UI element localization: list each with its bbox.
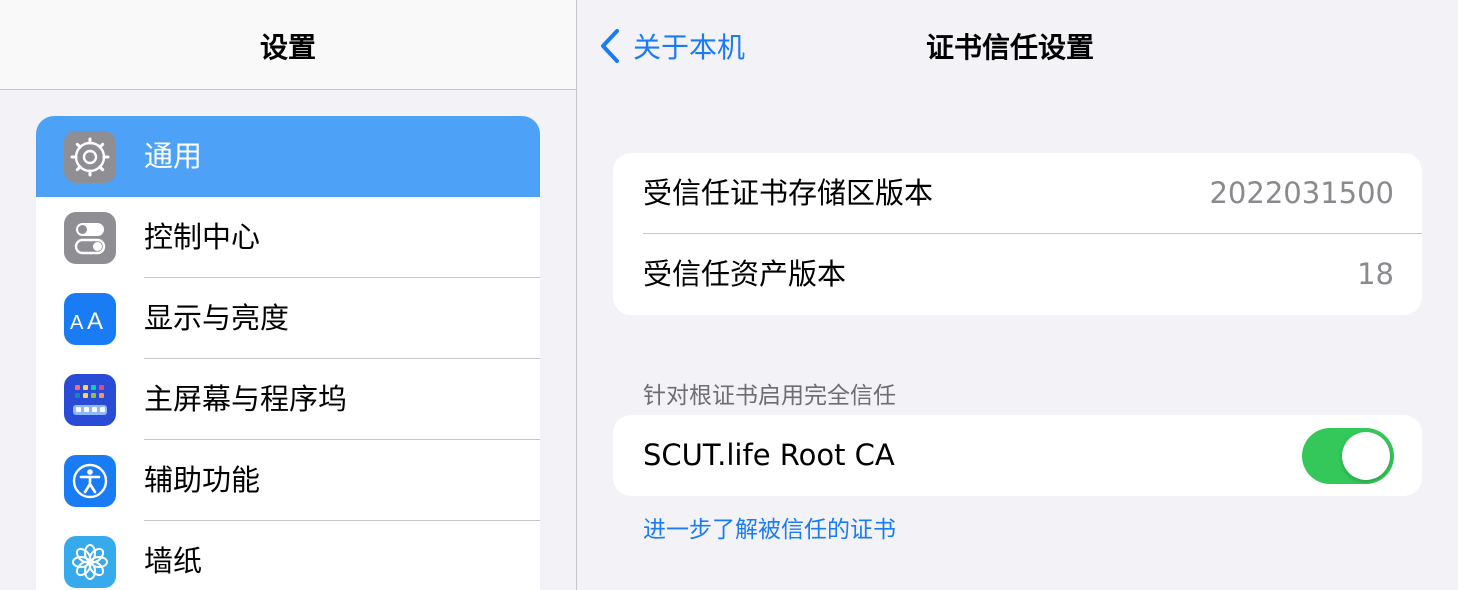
sidebar-title: 设置 xyxy=(259,31,316,64)
row-label: 受信任资产版本 xyxy=(643,257,847,291)
root-cert-trust-toggle[interactable] xyxy=(1302,428,1394,484)
settings-app: 设置 通用 控制中心 A A 显示与亮度 主屏幕与程序坞 辅助功能 墙纸 关于本… xyxy=(0,0,1458,590)
sidebar-item-accessibility[interactable]: 辅助功能 xyxy=(36,440,540,521)
svg-text:A: A xyxy=(70,312,84,334)
root-cert-label: SCUT.life Root CA xyxy=(643,438,895,472)
toggle-knob xyxy=(1342,432,1390,480)
chevron-left-icon xyxy=(601,29,619,63)
sidebar-item-label: 主屏幕与程序坞 xyxy=(144,382,348,416)
accessibility-icon xyxy=(64,455,116,507)
sidebar-item-label: 控制中心 xyxy=(144,220,261,254)
back-button[interactable]: 关于本机 xyxy=(599,24,745,68)
sidebar-item-label: 辅助功能 xyxy=(144,463,261,497)
page-title: 证书信任设置 xyxy=(926,31,1095,64)
learn-more-link[interactable]: 进一步了解被信任的证书 xyxy=(643,510,896,544)
back-label: 关于本机 xyxy=(633,31,746,64)
trust-asset-version-row: 受信任资产版本 18 xyxy=(613,234,1422,315)
version-card: 受信任证书存储区版本 2022031500 受信任资产版本 18 xyxy=(613,153,1422,315)
sidebar-list: 通用 控制中心 A A 显示与亮度 主屏幕与程序坞 辅助功能 墙纸 xyxy=(36,116,540,590)
sidebar-header: 设置 xyxy=(0,0,576,90)
trust-store-version-row: 受信任证书存储区版本 2022031500 xyxy=(613,153,1422,234)
root-cert-card: SCUT.life Root CA xyxy=(613,415,1422,496)
row-value: 18 xyxy=(1357,257,1394,291)
sidebar-item-label: 显示与亮度 xyxy=(144,301,290,335)
sidebar-item-home-screen-dock[interactable]: 主屏幕与程序坞 xyxy=(36,359,540,440)
row-value: 2022031500 xyxy=(1209,176,1394,210)
display-text-size-icon: A A xyxy=(64,293,116,345)
detail-pane: 关于本机 证书信任设置 受信任证书存储区版本 2022031500 受信任资产版… xyxy=(577,0,1458,590)
sidebar-item-label: 墙纸 xyxy=(144,544,203,578)
section-header: 针对根证书启用完全信任 xyxy=(643,383,896,409)
sidebar-item-wallpaper[interactable]: 墙纸 xyxy=(36,521,540,590)
svg-text:A: A xyxy=(87,308,103,334)
gear-icon xyxy=(64,131,116,183)
sidebar-item-general[interactable]: 通用 xyxy=(36,116,540,197)
wallpaper-flower-icon xyxy=(64,536,116,588)
sidebar-item-label: 通用 xyxy=(144,139,203,173)
sidebar-item-display-brightness[interactable]: A A 显示与亮度 xyxy=(36,278,540,359)
row-label: 受信任证书存储区版本 xyxy=(643,176,934,210)
sidebar-item-control-center[interactable]: 控制中心 xyxy=(36,197,540,278)
home-screen-grid-icon xyxy=(64,374,116,426)
root-cert-row: SCUT.life Root CA xyxy=(613,415,1422,496)
sidebar: 设置 通用 控制中心 A A 显示与亮度 主屏幕与程序坞 辅助功能 墙纸 xyxy=(0,0,576,590)
control-center-icon xyxy=(64,212,116,264)
